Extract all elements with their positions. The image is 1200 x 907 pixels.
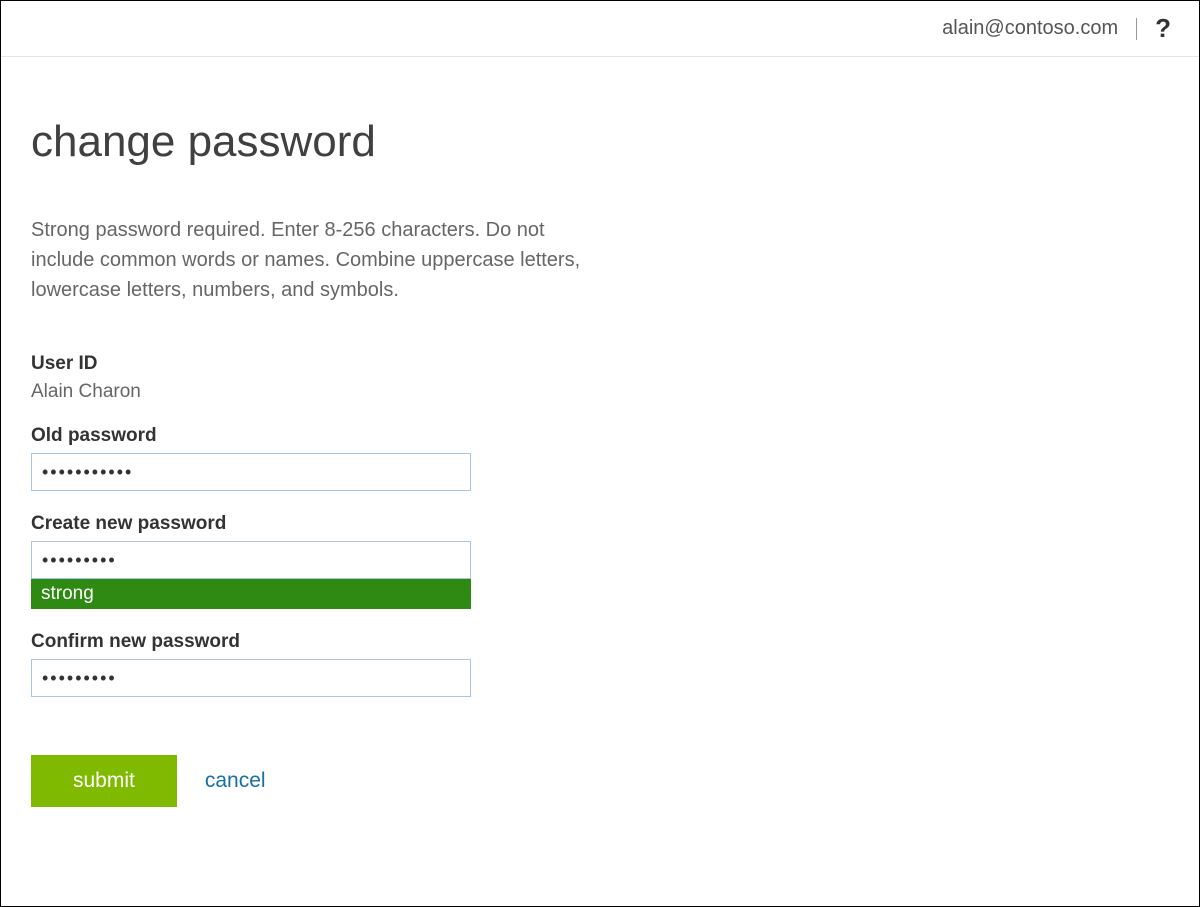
- help-icon[interactable]: ?: [1155, 13, 1171, 44]
- header-bar: alain@contoso.com ?: [1, 1, 1199, 57]
- confirm-password-group: Confirm new password: [31, 631, 611, 697]
- old-password-input[interactable]: [31, 453, 471, 491]
- submit-button[interactable]: submit: [31, 755, 177, 807]
- user-id-label: User ID: [31, 353, 611, 375]
- confirm-password-label: Confirm new password: [31, 631, 611, 653]
- user-id-value: Alain Charon: [31, 381, 141, 402]
- confirm-password-input[interactable]: [31, 659, 471, 697]
- old-password-group: Old password: [31, 425, 611, 491]
- cancel-link[interactable]: cancel: [205, 769, 266, 793]
- main-content: change password Strong password required…: [1, 57, 641, 837]
- password-strength-label: strong: [41, 583, 94, 605]
- new-password-group: Create new password strong: [31, 513, 611, 609]
- new-password-label: Create new password: [31, 513, 611, 535]
- user-id-group: User ID Alain Charon: [31, 353, 611, 403]
- page-title: change password: [31, 117, 611, 167]
- user-email: alain@contoso.com: [942, 17, 1118, 40]
- old-password-label: Old password: [31, 425, 611, 447]
- password-strength-indicator: strong: [31, 579, 471, 609]
- button-row: submit cancel: [31, 755, 611, 807]
- header-divider: [1136, 18, 1137, 40]
- password-requirements-text: Strong password required. Enter 8-256 ch…: [31, 215, 591, 305]
- new-password-input[interactable]: [31, 541, 471, 579]
